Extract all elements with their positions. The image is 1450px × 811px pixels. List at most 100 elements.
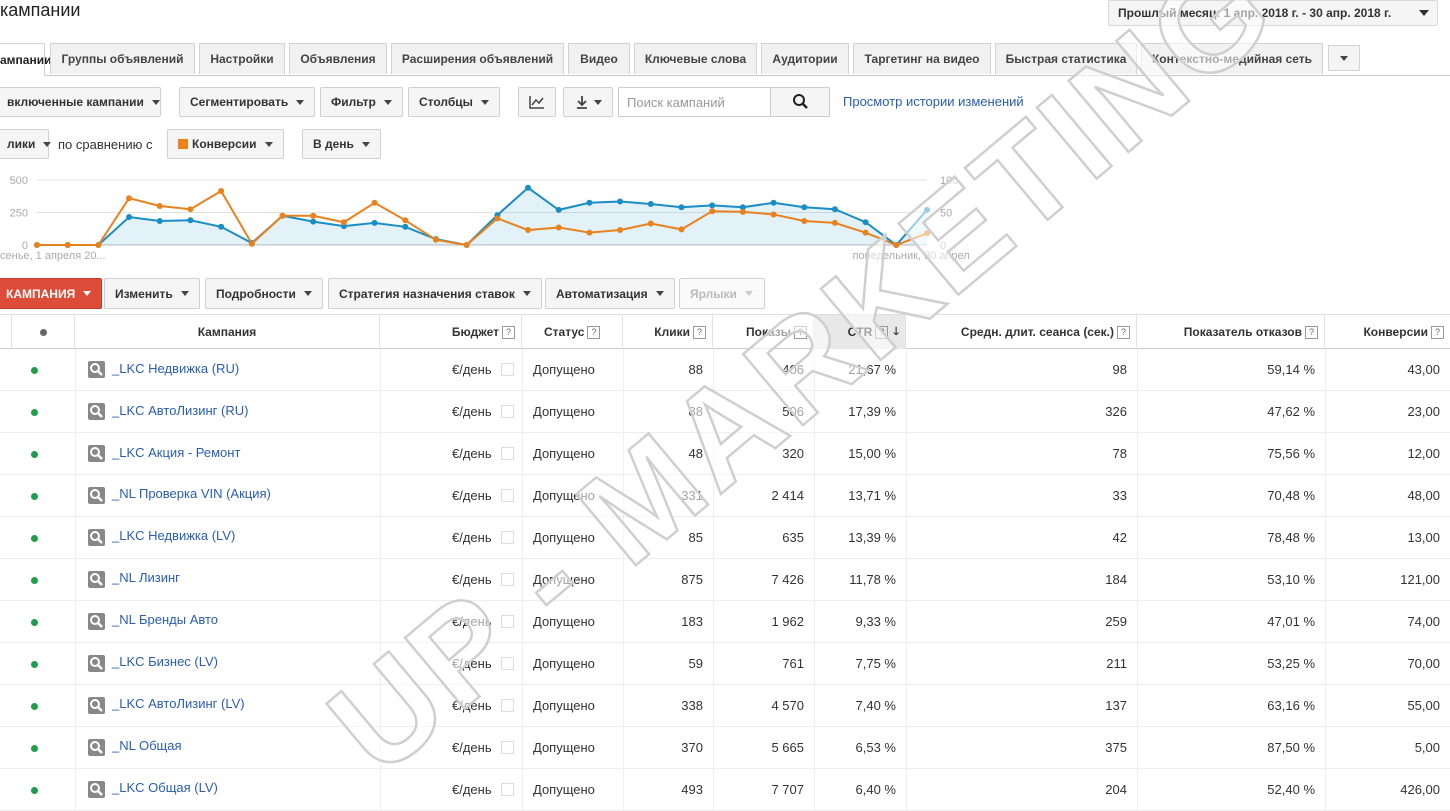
- campaign-name-link[interactable]: _NL Лизинг: [112, 570, 180, 585]
- download-button[interactable]: [563, 87, 613, 117]
- budget-cell: €/день: [452, 643, 522, 684]
- help-icon[interactable]: ?: [693, 325, 706, 339]
- help-icon[interactable]: ?: [875, 325, 889, 339]
- campaign-filter-dropdown[interactable]: включенные кампании: [0, 87, 161, 117]
- budget-edit-icon[interactable]: [500, 657, 514, 670]
- metric-right-dropdown[interactable]: Конверсии: [167, 129, 284, 159]
- header-status[interactable]: Статус?: [522, 315, 623, 349]
- budget-edit-icon[interactable]: [500, 699, 514, 712]
- edit-button[interactable]: Изменить: [104, 278, 200, 309]
- header-conversions[interactable]: Конверсии?: [1325, 315, 1450, 349]
- tab-keywords[interactable]: Ключевые слова: [634, 43, 757, 74]
- search-input[interactable]: Поиск кампаний: [618, 87, 771, 117]
- metric-left-dropdown[interactable]: лики: [0, 129, 52, 159]
- add-campaign-button[interactable]: КАМПАНИЯ: [0, 278, 103, 309]
- budget-edit-icon[interactable]: [500, 741, 514, 754]
- period-dropdown[interactable]: В день: [302, 129, 381, 159]
- select-column[interactable]: [0, 315, 12, 349]
- data-point: [248, 240, 255, 247]
- columns-button[interactable]: Столбцы: [408, 87, 500, 117]
- help-icon[interactable]: ?: [794, 325, 807, 339]
- date-range-selector[interactable]: Прошлый месяц: 1 апр. 2018 г. - 30 апр. …: [1108, 0, 1438, 26]
- campaign-name-link[interactable]: _LKC АвтоЛизинг (LV): [112, 696, 245, 711]
- header-avg-session[interactable]: Средн. длит. сеанса (сек.)?: [906, 315, 1137, 349]
- header-budget[interactable]: Бюджет?: [380, 315, 522, 349]
- help-icon[interactable]: ?: [1431, 325, 1444, 339]
- budget-edit-icon[interactable]: [500, 405, 514, 418]
- filter-button[interactable]: Фильтр: [320, 87, 403, 117]
- campaign-name-link[interactable]: _NL Общая: [112, 738, 182, 753]
- search-icon[interactable]: [88, 529, 105, 546]
- status-enabled-icon[interactable]: [31, 409, 38, 416]
- search-button[interactable]: [770, 87, 830, 117]
- campaign-name-link[interactable]: _LKC Общая (LV): [112, 780, 218, 795]
- budget-edit-icon[interactable]: [500, 531, 514, 544]
- budget-edit-icon[interactable]: [500, 783, 514, 796]
- help-icon[interactable]: ?: [587, 325, 601, 339]
- labels-button[interactable]: Ярлыки: [679, 278, 765, 309]
- data-point: [432, 236, 439, 243]
- budget-edit-icon[interactable]: [500, 615, 514, 628]
- campaign-name-link[interactable]: _LKC Недвижка (RU): [112, 361, 239, 376]
- status-enabled-icon[interactable]: [31, 577, 38, 584]
- bid-strategy-button[interactable]: Стратегия назначения ставок: [328, 278, 542, 309]
- campaign-name-link[interactable]: _NL Бренды Авто: [112, 612, 218, 627]
- tab-display-network[interactable]: Контекстно-медийная сеть: [1141, 43, 1323, 74]
- status-enabled-icon[interactable]: [31, 619, 38, 626]
- status-enabled-icon[interactable]: [31, 493, 38, 500]
- campaign-name-link[interactable]: _LKC АвтоЛизинг (RU): [112, 403, 248, 418]
- chart-toggle-button[interactable]: [518, 87, 556, 117]
- status-enabled-icon[interactable]: [31, 703, 38, 710]
- search-icon[interactable]: [88, 613, 105, 630]
- header-clicks[interactable]: Клики?: [623, 315, 713, 349]
- budget-edit-icon[interactable]: [500, 447, 514, 460]
- tab-ad-extensions[interactable]: Расширения объявлений: [391, 43, 564, 74]
- tab-quick-stats[interactable]: Быстрая статистика: [995, 43, 1137, 74]
- budget-edit-icon[interactable]: [500, 573, 514, 586]
- ctr-cell: 7,40 %: [855, 698, 896, 713]
- search-icon[interactable]: [88, 781, 105, 798]
- help-icon[interactable]: ?: [502, 325, 515, 339]
- header-campaign[interactable]: Кампания: [75, 315, 380, 349]
- tab-ad-groups[interactable]: Группы объявлений: [50, 43, 195, 74]
- search-icon[interactable]: [88, 655, 105, 672]
- header-ctr[interactable]: CTR? 🡓: [814, 315, 906, 349]
- data-point: [709, 208, 716, 215]
- status-enabled-icon[interactable]: [31, 535, 38, 542]
- status-enabled-icon[interactable]: [31, 451, 38, 458]
- more-tabs-button[interactable]: [1328, 45, 1360, 71]
- status-enabled-icon[interactable]: [31, 745, 38, 752]
- search-icon[interactable]: [88, 571, 105, 588]
- tab-campaigns[interactable]: ампании: [0, 43, 51, 76]
- header-impressions[interactable]: Показы?: [713, 315, 814, 349]
- tab-ads[interactable]: Объявления: [289, 43, 387, 74]
- campaign-name-link[interactable]: _LKC Бизнес (LV): [112, 654, 218, 669]
- automation-button[interactable]: Автоматизация: [545, 278, 675, 309]
- data-point: [893, 242, 900, 248]
- budget-edit-icon[interactable]: [500, 363, 514, 376]
- status-enabled-icon[interactable]: [31, 661, 38, 668]
- help-icon[interactable]: ?: [1305, 325, 1318, 339]
- search-icon[interactable]: [88, 739, 105, 756]
- search-icon[interactable]: [88, 403, 105, 420]
- status-enabled-icon[interactable]: [31, 367, 38, 374]
- campaign-name-link[interactable]: _LKC Недвижка (LV): [112, 528, 235, 543]
- tab-video-targeting[interactable]: Таргетинг на видео: [853, 43, 991, 74]
- tab-video[interactable]: Видео: [568, 43, 630, 74]
- campaign-name-link[interactable]: _LKC Акция - Ремонт: [112, 445, 240, 460]
- budget-edit-icon[interactable]: [500, 489, 514, 502]
- help-icon[interactable]: ?: [1117, 325, 1130, 339]
- status-enabled-icon[interactable]: [31, 787, 38, 794]
- campaign-name-link[interactable]: _NL Проверка VIN (Акция): [112, 486, 271, 501]
- search-icon[interactable]: [88, 445, 105, 462]
- change-history-link[interactable]: Просмотр истории изменений: [843, 94, 1024, 109]
- segment-button[interactable]: Сегментировать: [179, 87, 316, 117]
- tab-settings[interactable]: Настройки: [199, 43, 285, 74]
- search-icon[interactable]: [88, 697, 105, 714]
- search-icon[interactable]: [88, 487, 105, 504]
- details-button[interactable]: Подробности: [205, 278, 323, 309]
- compare-label: по сравнению с: [58, 137, 153, 152]
- header-bounce-rate[interactable]: Показатель отказов?: [1137, 315, 1325, 349]
- search-icon[interactable]: [88, 361, 105, 378]
- tab-audiences[interactable]: Аудитории: [761, 43, 849, 74]
